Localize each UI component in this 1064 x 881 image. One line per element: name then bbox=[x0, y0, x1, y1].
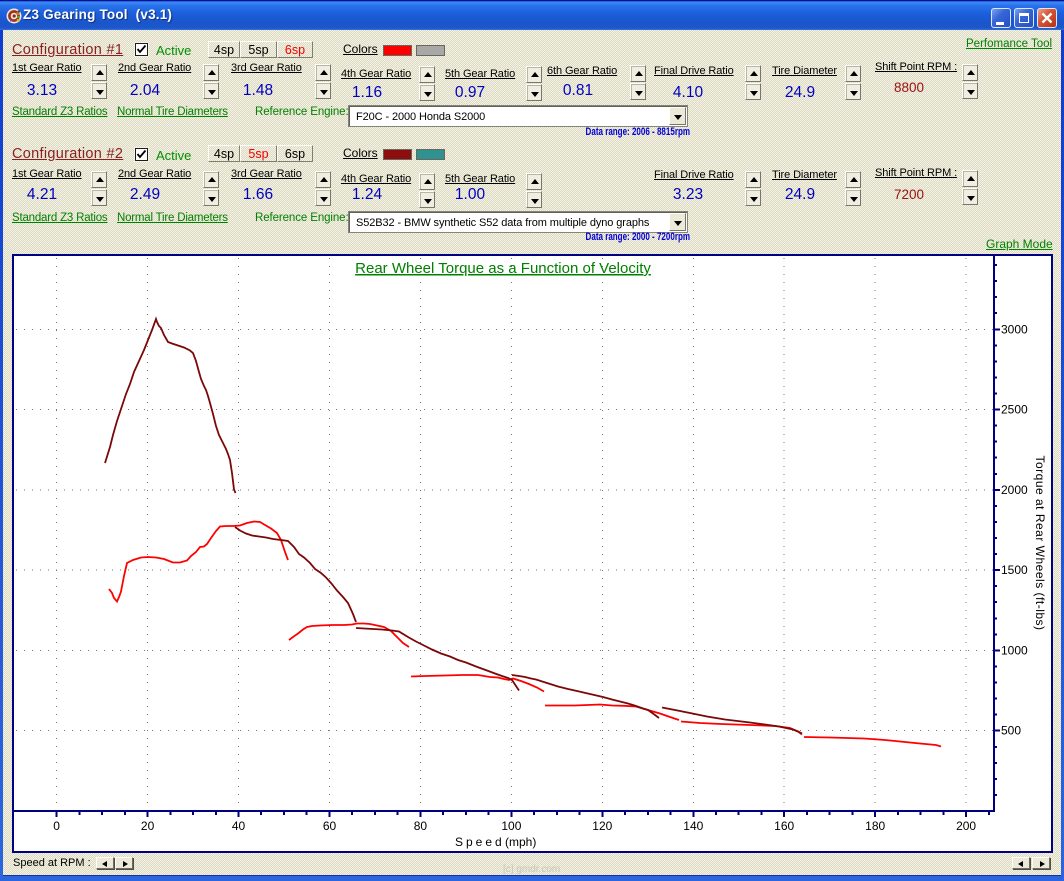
svg-text:200: 200 bbox=[956, 819, 976, 833]
svg-text:120: 120 bbox=[592, 819, 612, 833]
svg-text:Torque at Rear Wheels (ft-lbs): Torque at Rear Wheels (ft-lbs) bbox=[1033, 455, 1047, 630]
svg-text:2000: 2000 bbox=[1001, 483, 1028, 497]
svg-text:(mph): (mph) bbox=[505, 835, 536, 849]
svg-text:160: 160 bbox=[774, 819, 794, 833]
svg-text:2500: 2500 bbox=[1001, 403, 1028, 417]
svg-text:100: 100 bbox=[501, 819, 521, 833]
svg-text:40: 40 bbox=[232, 819, 246, 833]
svg-text:140: 140 bbox=[683, 819, 703, 833]
svg-text:1000: 1000 bbox=[1001, 643, 1028, 657]
svg-text:Speed: Speed bbox=[455, 835, 505, 849]
svg-text:500: 500 bbox=[1001, 724, 1021, 738]
svg-text:0: 0 bbox=[53, 819, 60, 833]
svg-text:Rear Wheel Torque as a Functio: Rear Wheel Torque as a Function of Veloc… bbox=[355, 260, 651, 277]
svg-text:60: 60 bbox=[323, 819, 337, 833]
svg-text:1500: 1500 bbox=[1001, 563, 1028, 577]
svg-text:20: 20 bbox=[141, 819, 155, 833]
svg-text:180: 180 bbox=[865, 819, 885, 833]
svg-text:80: 80 bbox=[414, 819, 428, 833]
svg-text:3000: 3000 bbox=[1001, 322, 1028, 336]
